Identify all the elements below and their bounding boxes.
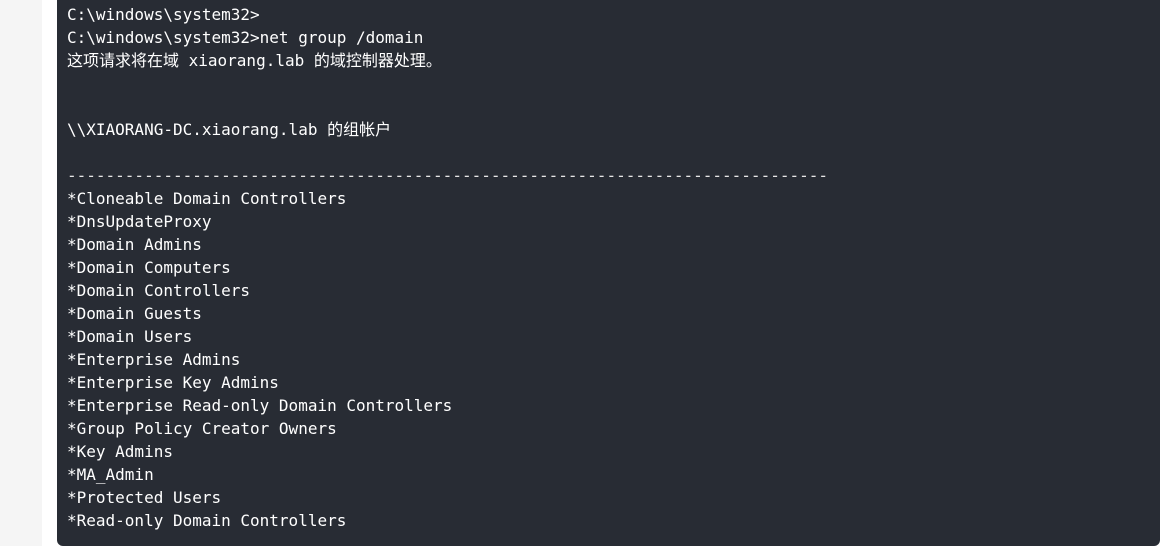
code-line-prompt: C:\windows\system32> <box>67 5 260 24</box>
code-line-separator: ----------------------------------------… <box>67 166 828 185</box>
code-line-group: *DnsUpdateProxy <box>67 212 212 231</box>
code-line-group: *Key Admins <box>67 442 173 461</box>
code-line-group: *Enterprise Admins <box>67 350 241 369</box>
page: C:\windows\system32> C:\windows\system32… <box>0 0 1160 546</box>
code-line-group: *Domain Computers <box>67 258 231 277</box>
code-line-domain-notice: 这项请求将在域 xiaorang.lab 的域控制器处理。 <box>67 51 442 70</box>
code-line-group: *Group Policy Creator Owners <box>67 419 337 438</box>
code-line-group: *MA_Admin <box>67 465 154 484</box>
code-line-command: C:\windows\system32>net group /domain <box>67 28 424 47</box>
code-block[interactable]: C:\windows\system32> C:\windows\system32… <box>57 0 1160 546</box>
left-gutter <box>0 0 42 546</box>
code-line-group: *Domain Controllers <box>67 281 251 300</box>
code-line-group: *Enterprise Read-only Domain Controllers <box>67 396 453 415</box>
code-line-group: *Cloneable Domain Controllers <box>67 189 347 208</box>
code-line-group: *Domain Users <box>67 327 193 346</box>
code-line-group: *Domain Admins <box>67 235 202 254</box>
code-line-group-header: \\XIAORANG-DC.xiaorang.lab 的组帐户 <box>67 120 392 139</box>
code-line-group: *Enterprise Key Admins <box>67 373 279 392</box>
code-line-group: *Read-only Domain Controllers <box>67 511 347 530</box>
code-line-group: *Protected Users <box>67 488 222 507</box>
code-line-group: *Domain Guests <box>67 304 202 323</box>
